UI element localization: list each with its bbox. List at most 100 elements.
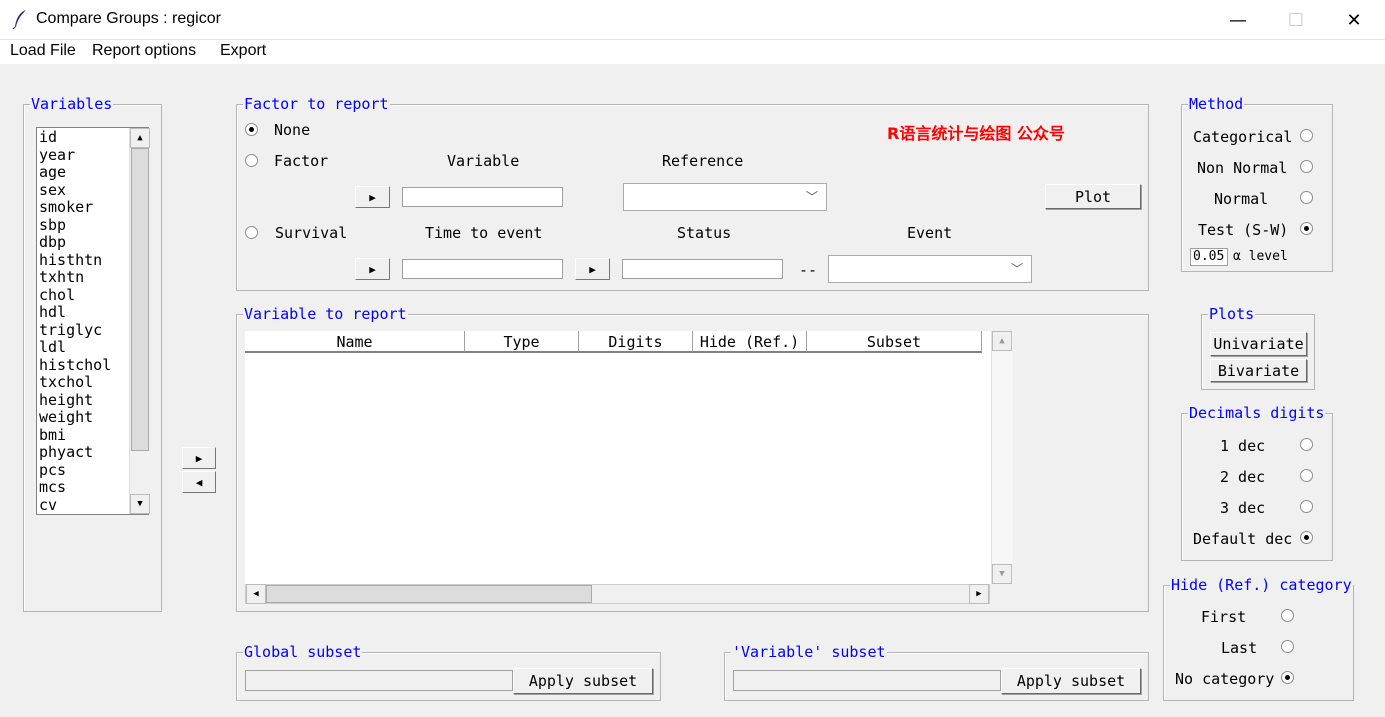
reference-label: Reference xyxy=(662,152,744,170)
method-group: Method Categorical Non Normal Normal Tes… xyxy=(1181,95,1333,272)
decimals-group: Decimals digits 1 dec 2 dec 3 dec Defaul… xyxy=(1181,404,1333,561)
arrow-right-icon: ▶ xyxy=(369,262,376,276)
table-vertical-scrollbar[interactable]: ▲ ▼ xyxy=(991,331,1013,584)
chevron-down-icon: ﹀ xyxy=(805,190,818,204)
factor-variable-field[interactable] xyxy=(402,187,563,207)
radio-1-dec[interactable] xyxy=(1300,438,1313,451)
hide-ref-title: Hide (Ref.) category xyxy=(1170,576,1353,594)
factor-title: Factor to report xyxy=(243,95,390,113)
method-categorical-label: Categorical xyxy=(1193,128,1293,146)
radio-factor[interactable] xyxy=(245,154,258,167)
window-title: Compare Groups : regicor xyxy=(36,10,221,27)
none-label: None xyxy=(274,121,311,139)
chevron-down-icon: ﹀ xyxy=(1010,262,1023,276)
menu-report-options[interactable]: Report options xyxy=(92,42,196,60)
hide-no-category-label: No category xyxy=(1175,670,1275,688)
title-bar: Compare Groups : regicor — ☐ ✕ xyxy=(0,0,1385,40)
alpha-level-label: α level xyxy=(1233,249,1288,264)
status-label: Status xyxy=(677,224,732,242)
status-field[interactable] xyxy=(622,259,783,279)
plot-button[interactable]: Plot xyxy=(1045,184,1141,209)
plots-title: Plots xyxy=(1208,305,1256,323)
report-title: Variable to report xyxy=(243,305,408,323)
factor-variable-arrow-button[interactable]: ▶ xyxy=(355,186,390,208)
column-name[interactable]: Name xyxy=(245,331,465,353)
dec-1-label: 1 dec xyxy=(1220,437,1266,455)
radio-categorical[interactable] xyxy=(1300,129,1313,142)
column-type[interactable]: Type xyxy=(465,331,579,353)
scroll-thumb[interactable] xyxy=(131,148,149,451)
radio-2-dec[interactable] xyxy=(1300,469,1313,482)
status-arrow-button[interactable]: ▶ xyxy=(575,258,610,280)
radio-no-category[interactable] xyxy=(1281,671,1294,684)
scroll-left-icon[interactable]: ◀ xyxy=(246,584,266,604)
radio-survival[interactable] xyxy=(245,226,258,239)
method-test-label: Test (S-W) xyxy=(1198,221,1289,239)
column-subset[interactable]: Subset xyxy=(807,331,982,353)
event-label: Event xyxy=(907,224,953,242)
arrow-right-icon: ▶ xyxy=(589,262,596,276)
global-subset-title: Global subset xyxy=(243,643,363,661)
radio-last[interactable] xyxy=(1281,640,1294,653)
method-non-normal-label: Non Normal xyxy=(1197,159,1288,177)
variable-subset-group: 'Variable' subset Apply subset xyxy=(724,643,1149,701)
factor-label: Factor xyxy=(274,152,329,170)
variable-subset-field[interactable] xyxy=(733,670,1001,691)
dec-default-label: Default dec xyxy=(1193,530,1293,548)
menu-load-file[interactable]: Load File xyxy=(10,42,76,60)
dash-separator: -- xyxy=(799,261,818,279)
radio-normal[interactable] xyxy=(1300,191,1313,204)
radio-first[interactable] xyxy=(1281,609,1294,622)
apply-variable-subset-button[interactable]: Apply subset xyxy=(1001,668,1141,694)
alpha-level-field[interactable]: 0.05 xyxy=(1190,248,1228,266)
scroll-up-icon[interactable]: ▲ xyxy=(992,331,1012,351)
method-normal-label: Normal xyxy=(1214,190,1269,208)
arrow-right-icon: ▶ xyxy=(369,190,376,204)
hide-first-label: First xyxy=(1201,608,1247,626)
global-subset-field[interactable] xyxy=(245,670,513,691)
reference-dropdown[interactable]: ﹀ xyxy=(623,183,827,211)
report-table[interactable]: Name Type Digits Hide (Ref.) Subset xyxy=(245,331,1012,584)
radio-default-dec[interactable] xyxy=(1300,531,1313,544)
hscroll-thumb[interactable] xyxy=(266,585,592,603)
apply-global-subset-button[interactable]: Apply subset xyxy=(513,668,653,694)
close-button[interactable]: ✕ xyxy=(1325,0,1383,40)
radio-3-dec[interactable] xyxy=(1300,500,1313,513)
variables-group: Variables id year age sex smoker sbp dbp histht… xyxy=(23,95,162,612)
table-horizontal-scrollbar[interactable]: ◀ ▶ xyxy=(245,584,990,604)
feather-icon xyxy=(12,10,26,29)
time-to-event-field[interactable] xyxy=(402,259,563,279)
menu-export[interactable]: Export xyxy=(220,42,266,60)
method-title: Method xyxy=(1188,95,1245,113)
column-digits[interactable]: Digits xyxy=(579,331,693,353)
event-dropdown[interactable]: ﹀ xyxy=(828,255,1032,283)
minimize-button[interactable]: — xyxy=(1209,0,1267,40)
maximize-button[interactable]: ☐ xyxy=(1267,0,1325,40)
menu-bar: Load File Report options Export xyxy=(0,40,1385,64)
radio-non-normal[interactable] xyxy=(1300,160,1313,173)
variable-subset-title: 'Variable' subset xyxy=(731,643,887,661)
dec-2-label: 2 dec xyxy=(1220,468,1266,486)
factor-group: Factor to report None R语言统计与绘图 公众号 Facto… xyxy=(236,95,1149,291)
variables-title: Variables xyxy=(30,95,114,113)
scroll-right-icon[interactable]: ▶ xyxy=(969,584,989,604)
scroll-down-icon[interactable]: ▼ xyxy=(992,564,1012,584)
hide-ref-group: Hide (Ref.) category First Last No categ… xyxy=(1163,576,1354,701)
add-variable-button[interactable]: ▶ xyxy=(182,447,216,469)
variables-scrollbar[interactable]: ▲ ▼ xyxy=(129,128,150,514)
radio-none[interactable] xyxy=(245,123,258,136)
column-hide-ref[interactable]: Hide (Ref.) xyxy=(693,331,807,353)
report-group: Variable to report Name Type Digits Hide… xyxy=(236,305,1149,612)
variable-label: Variable xyxy=(447,152,520,170)
univariate-button[interactable]: Univariate xyxy=(1210,332,1307,356)
time-arrow-button[interactable]: ▶ xyxy=(355,258,390,280)
scroll-down-icon[interactable]: ▼ xyxy=(130,494,150,514)
global-subset-group: Global subset Apply subset xyxy=(236,643,661,701)
decimals-title: Decimals digits xyxy=(1188,404,1326,422)
bivariate-button[interactable]: Bivariate xyxy=(1210,359,1307,382)
hide-last-label: Last xyxy=(1221,639,1258,657)
time-to-event-label: Time to event xyxy=(425,224,543,242)
scroll-up-icon[interactable]: ▲ xyxy=(130,128,150,148)
remove-variable-button[interactable]: ◀ xyxy=(182,471,216,493)
radio-test-sw[interactable] xyxy=(1300,222,1313,235)
